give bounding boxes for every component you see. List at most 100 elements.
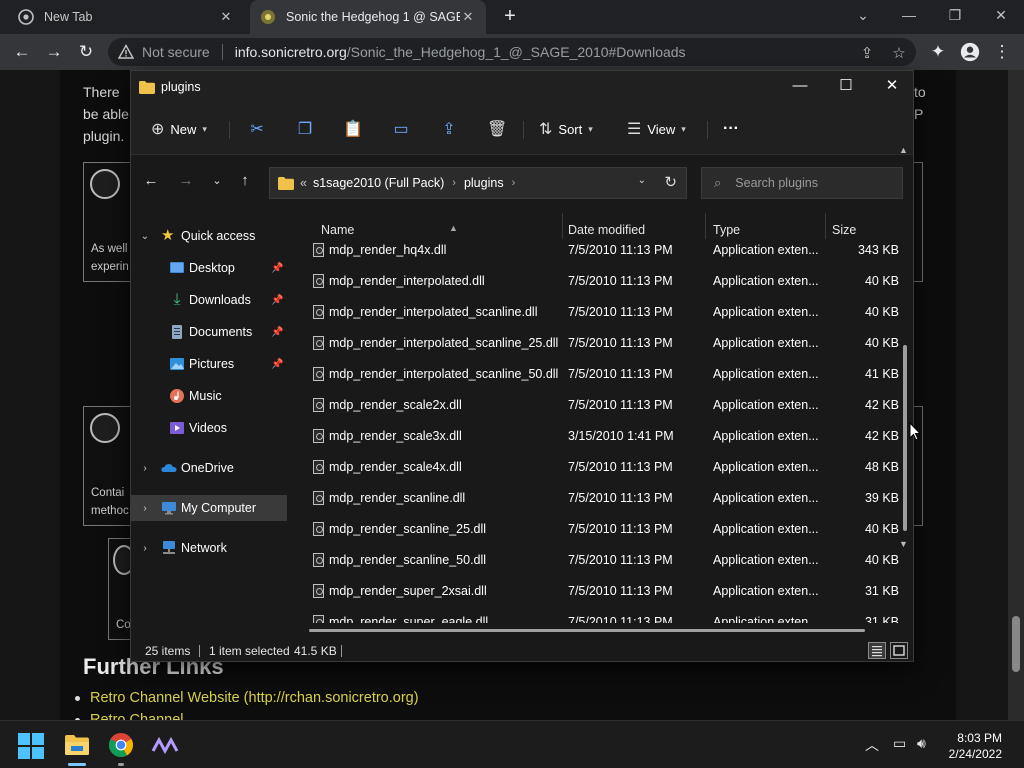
see-more-button[interactable]: ··· [723, 115, 739, 143]
retro-channel-website-link[interactable]: Retro Channel Website (http://rchan.soni… [90, 690, 419, 706]
close-window-icon[interactable]: ✕ [869, 71, 915, 101]
bookmark-star-icon[interactable]: ☆ [890, 44, 908, 62]
breadcrumb-item[interactable]: s1sage2010 (Full Pack) [313, 176, 444, 190]
warning-icon[interactable] [118, 44, 134, 60]
sidebar-item-my-computer[interactable]: › My Computer [131, 495, 287, 521]
app-taskbar-icon[interactable] [151, 731, 179, 759]
paste-icon[interactable]: 📋 [343, 119, 363, 139]
table-row[interactable]: mdp_render_super_eagle.dll 7/5/2010 11:13… [305, 607, 905, 623]
clock-time: 8:03 PM [957, 731, 1002, 745]
volume-icon[interactable]: 🔊︎ [917, 735, 926, 752]
share-icon[interactable]: ⇪ [439, 119, 459, 139]
sidebar-item-downloads[interactable]: ⤓ Downloads 📌 [131, 287, 287, 313]
restore-icon[interactable]: ❐ [932, 0, 978, 32]
scroll-down-arrow-icon[interactable]: ▼ [899, 539, 908, 549]
chevron-right-icon[interactable]: › [139, 463, 151, 474]
network-status-icon[interactable]: ▭ [893, 735, 906, 752]
table-row[interactable]: mdp_render_scale3x.dll 3/15/2010 1:41 PM A… [305, 421, 905, 452]
sidebar-item-network[interactable]: › Network [131, 535, 287, 561]
large-icons-view-icon[interactable] [890, 642, 908, 659]
file-type: Application exten... [713, 584, 819, 598]
table-row[interactable]: mdp_render_scanline_50.dll 7/5/2010 11:13… [305, 545, 905, 576]
table-row[interactable]: mdp_render_scale2x.dll 7/5/2010 11:13 PM A… [305, 390, 905, 421]
file-size: 41 KB [864, 367, 899, 381]
address-bar[interactable]: Not secure info.sonicretro.org/Sonic_the… [108, 38, 916, 66]
profile-avatar-icon[interactable] [958, 40, 982, 64]
sidebar-item-quick-access[interactable]: ⌄ ★ Quick access [131, 223, 287, 249]
chevron-right-icon[interactable]: › [139, 543, 151, 554]
scroll-thumb[interactable] [903, 345, 907, 531]
horizontal-scroll-thumb[interactable] [309, 629, 865, 632]
table-row[interactable]: mdp_render_scanline_25.dll 7/5/2010 11:13… [305, 514, 905, 545]
sidebar-item-videos[interactable]: Videos [131, 415, 287, 441]
scroll-up-arrow-icon[interactable]: ▲ [899, 145, 908, 155]
delete-icon[interactable]: 🗑 [487, 119, 507, 139]
close-tab-icon[interactable]: ✕ [460, 9, 476, 25]
table-row[interactable]: mdp_render_interpolated_scanline_50.dll 7… [305, 359, 905, 390]
minimize-icon[interactable]: — [777, 71, 823, 101]
table-row[interactable]: mdp_render_scanline.dll 7/5/2010 11:13 PM… [305, 483, 905, 514]
close-window-icon[interactable]: ✕ [978, 0, 1024, 32]
minimize-icon[interactable]: — [886, 0, 932, 32]
maximize-icon[interactable]: ☐ [823, 71, 869, 101]
file-explorer-taskbar-icon[interactable] [63, 731, 91, 759]
tab-search-chevron-icon[interactable]: ⌄ [840, 0, 886, 32]
chrome-menu-icon[interactable]: ⋮ [990, 40, 1014, 64]
sidebar-item-onedrive[interactable]: › OneDrive [131, 455, 287, 481]
tab-new-tab[interactable]: New Tab ✕ [8, 0, 244, 34]
pin-icon[interactable]: 📌 [271, 327, 283, 338]
system-clock[interactable]: 8:03 PM 2/24/2022 [928, 730, 1002, 762]
forward-icon[interactable]: → [176, 171, 196, 191]
refresh-icon[interactable]: ↻ [664, 173, 677, 191]
chrome-taskbar-icon[interactable] [107, 731, 135, 759]
table-row[interactable]: mdp_render_scale4x.dll 7/5/2010 11:13 PM A… [305, 452, 905, 483]
file-list-scrollbar[interactable]: ▲ ▼ [899, 145, 908, 549]
table-row[interactable]: mdp_render_interpolated_scanline_25.dll 7… [305, 328, 905, 359]
search-box[interactable]: ⌕ [701, 167, 903, 199]
table-row[interactable]: mdp_render_hq4x.dll 7/5/2010 11:13 PM Appl… [305, 235, 905, 266]
back-icon[interactable]: ← [141, 171, 161, 191]
up-icon[interactable]: ↑ [235, 171, 255, 191]
pin-icon[interactable]: 📌 [271, 263, 283, 274]
intro-line: be able [83, 106, 129, 122]
search-input[interactable] [735, 176, 886, 190]
show-hidden-icons-chevron-icon[interactable]: ︿ [865, 735, 879, 755]
table-row[interactable]: mdp_render_interpolated.dll 7/5/2010 11:1… [305, 266, 905, 297]
explorer-address-bar[interactable]: « s1sage2010 (Full Pack) › plugins › ⌄ ↻ [269, 167, 687, 199]
pin-icon[interactable]: 📌 [271, 295, 283, 306]
pin-icon[interactable]: 📌 [271, 359, 283, 370]
sort-button[interactable]: ⇅ Sort ▾ [539, 115, 593, 143]
back-icon[interactable]: ← [10, 40, 34, 64]
retro-channel-link[interactable]: Retro Channel [90, 712, 184, 720]
reload-icon[interactable]: ↻ [74, 40, 98, 64]
forward-icon[interactable]: → [42, 40, 66, 64]
details-view-icon[interactable] [868, 642, 886, 659]
recent-locations-chevron-icon[interactable]: ⌄ [207, 171, 227, 191]
chevron-right-icon[interactable]: › [512, 177, 516, 189]
tab-sonic-sage[interactable]: Sonic the Hedgehog 1 @ SAGE 2 ✕ [250, 0, 486, 34]
chevron-right-icon[interactable]: › [452, 177, 456, 189]
breadcrumb-item[interactable]: plugins [464, 176, 504, 190]
chevron-right-icon[interactable]: › [139, 503, 151, 514]
view-button[interactable]: ☰ View ▾ [627, 115, 686, 143]
sidebar-item-music[interactable]: Music [131, 383, 287, 409]
copy-icon[interactable]: ❐ [295, 119, 315, 139]
rename-icon[interactable]: ▭ [391, 119, 411, 139]
new-button[interactable]: ⊕ New ▾ [151, 115, 207, 143]
address-history-chevron-icon[interactable]: ⌄ [638, 175, 646, 186]
page-scrollbar[interactable] [1008, 70, 1024, 720]
page-scroll-thumb[interactable] [1012, 616, 1020, 672]
table-row[interactable]: mdp_render_super_2xsai.dll 7/5/2010 11:13… [305, 576, 905, 607]
close-tab-icon[interactable]: ✕ [218, 9, 234, 25]
sidebar-item-desktop[interactable]: Desktop 📌 [131, 255, 287, 281]
share-icon[interactable]: ⇪ [858, 44, 876, 62]
sidebar-item-pictures[interactable]: Pictures 📌 [131, 351, 287, 377]
table-row[interactable]: mdp_render_interpolated_scanline.dll 7/5/… [305, 297, 905, 328]
extensions-icon[interactable]: ✦ [926, 40, 950, 64]
sidebar-item-documents[interactable]: Documents 📌 [131, 319, 287, 345]
cut-icon[interactable]: ✂ [247, 119, 267, 139]
windows-start-icon[interactable] [18, 733, 44, 759]
path-overflow[interactable]: « [300, 176, 307, 190]
chevron-down-icon[interactable]: ⌄ [139, 231, 151, 242]
new-tab-button[interactable]: + [500, 6, 520, 28]
